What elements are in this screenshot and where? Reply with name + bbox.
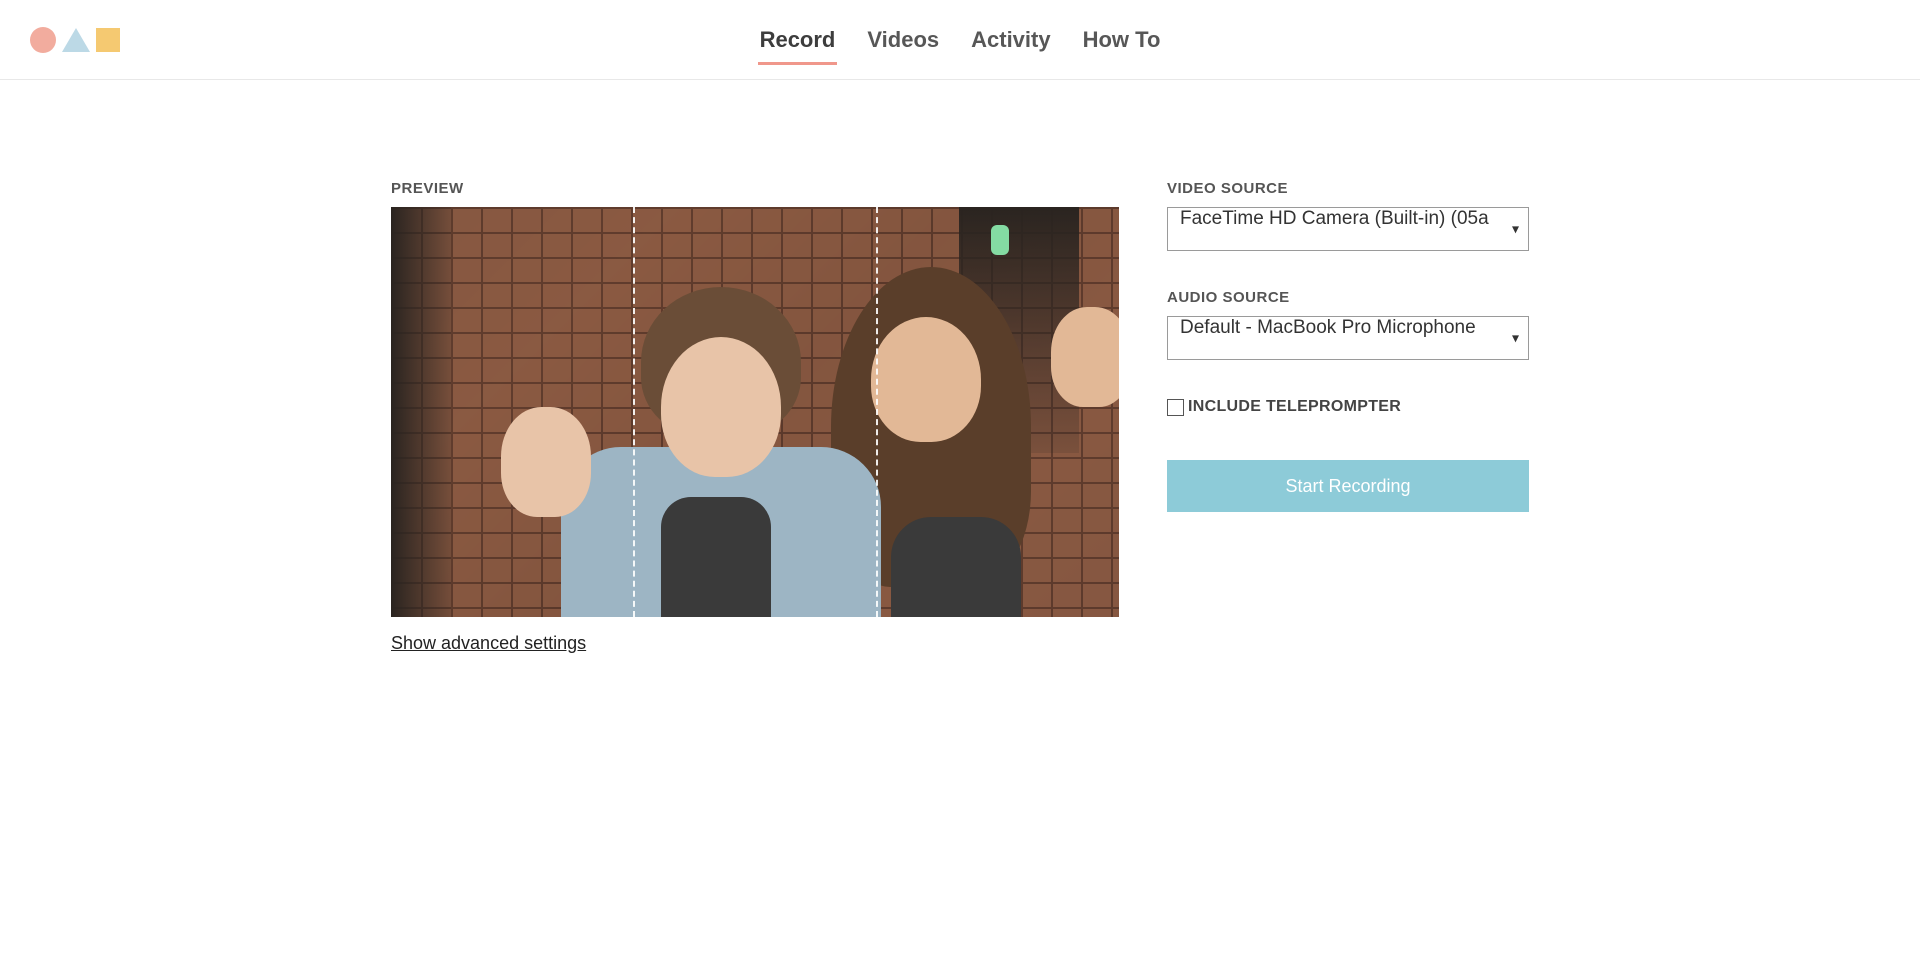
- audio-source-select[interactable]: Default - MacBook Pro Microphone: [1167, 316, 1529, 360]
- rule-of-thirds-left: [633, 207, 635, 617]
- audio-source-group: AUDIO SOURCE Default - MacBook Pro Micro…: [1167, 289, 1529, 360]
- main-nav: Record Videos Activity How To: [758, 21, 1163, 59]
- teleprompter-label: INCLUDE TELEPROMPTER: [1188, 398, 1401, 416]
- logo-circle-icon: [30, 27, 56, 53]
- settings-panel: VIDEO SOURCE FaceTime HD Camera (Built-i…: [1167, 180, 1529, 654]
- audio-source-label: AUDIO SOURCE: [1167, 289, 1529, 306]
- main-content: PREVIEW Show advanced settings: [0, 80, 1920, 694]
- video-source-label: VIDEO SOURCE: [1167, 180, 1529, 197]
- preview-shadow-left: [391, 207, 451, 617]
- camera-preview: [391, 207, 1119, 617]
- logo-triangle-icon: [62, 28, 90, 52]
- nav-videos[interactable]: Videos: [865, 21, 941, 59]
- show-advanced-settings-link[interactable]: Show advanced settings: [391, 633, 586, 654]
- teleprompter-row: INCLUDE TELEPROMPTER: [1167, 398, 1529, 416]
- nav-record[interactable]: Record: [758, 21, 838, 59]
- video-source-select[interactable]: FaceTime HD Camera (Built-in) (05a: [1167, 207, 1529, 251]
- preview-person-left: [531, 257, 891, 617]
- logo: [30, 27, 120, 53]
- teleprompter-checkbox[interactable]: [1167, 399, 1184, 416]
- logo-square-icon: [96, 28, 120, 52]
- preview-label: PREVIEW: [391, 180, 1119, 197]
- audio-level-indicator-icon: [991, 225, 1009, 255]
- nav-activity[interactable]: Activity: [969, 21, 1052, 59]
- start-recording-button[interactable]: Start Recording: [1167, 460, 1529, 512]
- nav-howto[interactable]: How To: [1081, 21, 1163, 59]
- video-source-group: VIDEO SOURCE FaceTime HD Camera (Built-i…: [1167, 180, 1529, 251]
- rule-of-thirds-right: [876, 207, 878, 617]
- top-header: Record Videos Activity How To: [0, 0, 1920, 80]
- preview-section: PREVIEW Show advanced settings: [391, 180, 1119, 654]
